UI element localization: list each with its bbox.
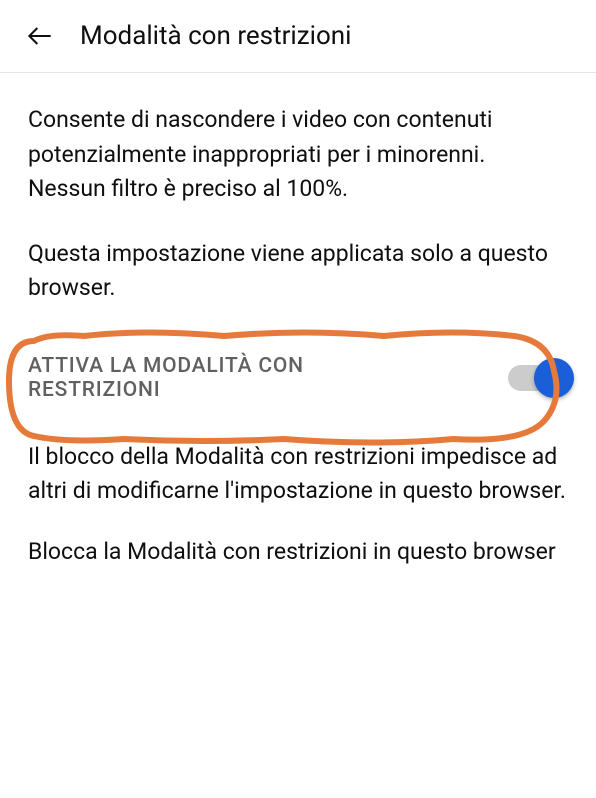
- restricted-mode-toggle-row: ATTIVA LA MODALITÀ CON RESTRIZIONI: [28, 336, 568, 420]
- restricted-mode-toggle[interactable]: [508, 365, 568, 391]
- lock-info-text: Il blocco della Modalità con restrizioni…: [28, 440, 568, 509]
- content-area: Consente di nascondere i video con conte…: [0, 73, 596, 599]
- browser-applied-text: Questa impostazione viene applicata solo…: [28, 237, 568, 306]
- header: Modalità con restrizioni: [0, 0, 596, 73]
- toggle-knob: [534, 358, 574, 398]
- toggle-label: ATTIVA LA MODALITÀ CON RESTRIZIONI: [28, 354, 408, 402]
- lock-restricted-mode-link[interactable]: Blocca la Modalità con restrizioni in qu…: [28, 535, 568, 570]
- back-arrow-icon[interactable]: [20, 16, 60, 56]
- page-title: Modalità con restrizioni: [80, 21, 351, 51]
- description-text: Consente di nascondere i video con conte…: [28, 103, 568, 207]
